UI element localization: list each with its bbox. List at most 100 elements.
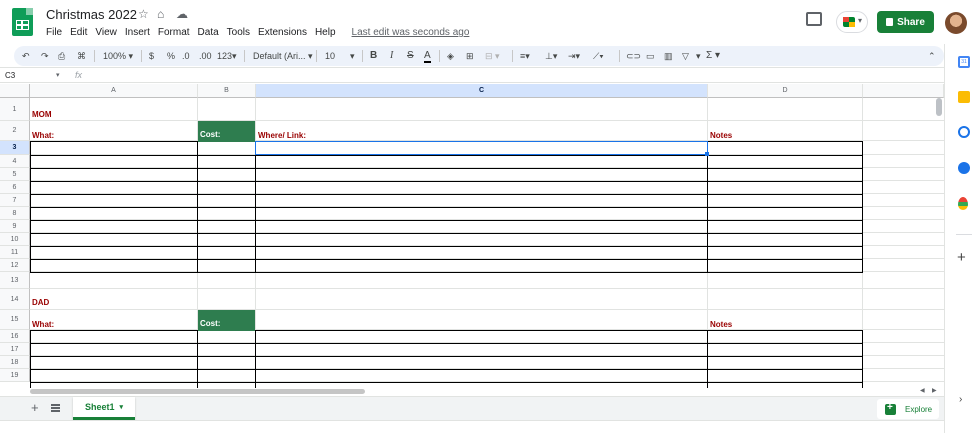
insert-link-icon[interactable]: ⊂⊃ (626, 49, 641, 63)
mom-where-cell[interactable]: Where/ Link: (258, 131, 306, 140)
row-header[interactable]: 3 (0, 141, 30, 155)
explore-button[interactable]: Explore (877, 399, 939, 419)
dad-cost-cell[interactable]: Cost: (198, 310, 255, 331)
menu-file[interactable]: File (46, 27, 62, 38)
column-header-b[interactable]: B (198, 84, 256, 98)
mom-cost-cell[interactable]: Cost: (198, 121, 255, 142)
last-edit-link[interactable]: Last edit was seconds ago (352, 27, 470, 38)
menu-view[interactable]: View (95, 27, 117, 38)
column-header-a[interactable]: A (30, 84, 198, 98)
show-side-panel-icon[interactable]: › (959, 394, 962, 405)
scroll-left-icon[interactable]: ◀ (920, 387, 925, 394)
insert-comment-icon[interactable]: ▭ (646, 49, 655, 63)
bold-button[interactable]: B (370, 49, 377, 63)
paint-format-icon[interactable]: ⌘ (77, 49, 86, 63)
redo-icon[interactable]: ↷ (41, 49, 49, 63)
format-currency-button[interactable]: $ (149, 49, 154, 63)
column-header-e[interactable] (863, 84, 944, 98)
row-header[interactable]: 6 (0, 181, 30, 194)
formula-input[interactable] (96, 70, 936, 82)
row-header[interactable]: 12 (0, 259, 30, 272)
row-header[interactable]: 16 (0, 330, 30, 343)
row-header[interactable]: 10 (0, 233, 30, 246)
menu-insert[interactable]: Insert (125, 27, 150, 38)
row-header[interactable]: 1 (0, 98, 30, 121)
format-percent-button[interactable]: % (167, 49, 175, 63)
menu-format[interactable]: Format (158, 27, 190, 38)
row-header[interactable]: 8 (0, 207, 30, 220)
row-header[interactable]: 19 (0, 369, 30, 382)
undo-icon[interactable]: ↶ (22, 49, 30, 63)
vertical-scrollbar[interactable] (936, 98, 942, 116)
scroll-right-icon[interactable]: ▶ (932, 387, 937, 394)
row-header[interactable]: 4 (0, 155, 30, 168)
tasks-icon[interactable] (958, 126, 970, 138)
row-header[interactable]: 2 (0, 121, 30, 141)
add-sheet-icon[interactable]: + (31, 400, 39, 415)
selected-cell-c3[interactable] (255, 141, 708, 155)
dad-title-cell[interactable]: DAD (32, 298, 49, 307)
calendar-icon[interactable]: 31 (958, 56, 970, 68)
comment-history-icon[interactable] (806, 12, 822, 26)
row-header[interactable]: 7 (0, 194, 30, 207)
sheet-tab-sheet1[interactable]: Sheet1 ▾ (73, 397, 135, 420)
avatar[interactable] (945, 12, 967, 34)
row-header[interactable]: 14 (0, 289, 30, 310)
font-select[interactable]: Default (Ari... ▾ (253, 49, 313, 63)
vertical-align-icon[interactable]: ⊥▾ (545, 49, 557, 63)
menu-data[interactable]: Data (198, 27, 219, 38)
horizontal-scroll-thumb[interactable] (30, 389, 365, 394)
contacts-icon[interactable] (958, 162, 970, 174)
select-all-corner[interactable] (0, 84, 30, 98)
sheets-logo-icon[interactable] (12, 8, 33, 36)
row-header[interactable]: 11 (0, 246, 30, 259)
meet-button[interactable]: ▾ (836, 11, 868, 33)
fill-color-icon[interactable]: ◈ (447, 49, 454, 63)
column-header-d[interactable]: D (708, 84, 863, 98)
fill-handle[interactable] (705, 152, 709, 156)
horizontal-align-icon[interactable]: ≡▾ (520, 49, 530, 63)
italic-button[interactable]: I (390, 49, 393, 63)
mom-title-cell[interactable]: MOM (32, 110, 52, 119)
collapse-toolbar-icon[interactable]: ⌃ (928, 49, 936, 63)
functions-button[interactable]: Σ ▾ (706, 49, 720, 63)
row-header[interactable]: 18 (0, 356, 30, 369)
insert-chart-icon[interactable]: ▥ (664, 49, 673, 63)
row-header[interactable]: 15 (0, 310, 30, 330)
strikethrough-button[interactable]: S (407, 49, 414, 63)
row-header[interactable]: 9 (0, 220, 30, 233)
print-icon[interactable]: ⎙ (58, 49, 65, 63)
star-icon[interactable]: ☆ (138, 7, 149, 21)
spreadsheet-grid[interactable]: A B C D 1 2 3 4 5 6 7 8 9 10 11 12 13 14 15 16 17 18 19 MO… (0, 84, 944, 388)
mom-notes-cell[interactable]: Notes (710, 131, 732, 140)
text-color-button[interactable]: A (424, 49, 431, 63)
get-addons-icon[interactable]: + (957, 249, 966, 266)
filter-views-caret-icon[interactable]: ▾ (696, 49, 701, 63)
increase-decimal-button[interactable]: .00 (199, 49, 212, 63)
merge-cells-icon[interactable]: ⊟ ▾ (485, 49, 500, 63)
keep-icon[interactable] (958, 91, 970, 103)
name-box[interactable]: C3 (5, 71, 15, 80)
horizontal-scrollbar[interactable]: ◀ ▶ (30, 388, 944, 396)
row-header[interactable]: 5 (0, 168, 30, 181)
filter-icon[interactable]: ▽ (682, 49, 689, 63)
menu-help[interactable]: Help (315, 27, 336, 38)
mom-what-cell[interactable]: What: (32, 131, 54, 140)
all-sheets-icon[interactable] (51, 404, 60, 412)
row-header[interactable]: 13 (0, 272, 30, 289)
decrease-decimal-button[interactable]: .0 (182, 49, 190, 63)
text-rotation-icon[interactable]: ⟋▾ (593, 49, 604, 63)
dad-what-cell[interactable]: What: (32, 320, 54, 329)
menu-edit[interactable]: Edit (70, 27, 87, 38)
share-button[interactable]: Share (877, 11, 934, 33)
menu-extensions[interactable]: Extensions (258, 27, 307, 38)
zoom-select[interactable]: 100% ▾ (103, 49, 133, 63)
maps-icon[interactable] (958, 197, 968, 210)
move-folder-icon[interactable]: ⌂ (157, 7, 164, 21)
text-wrapping-icon[interactable]: ⇥▾ (568, 49, 580, 63)
column-header-c[interactable]: C (256, 84, 708, 98)
cloud-status-icon[interactable]: ☁ (176, 7, 188, 21)
chevron-down-icon[interactable]: ▾ (56, 71, 60, 79)
more-formats-select[interactable]: 123▾ (217, 49, 237, 63)
borders-icon[interactable]: ⊞ (466, 49, 474, 63)
